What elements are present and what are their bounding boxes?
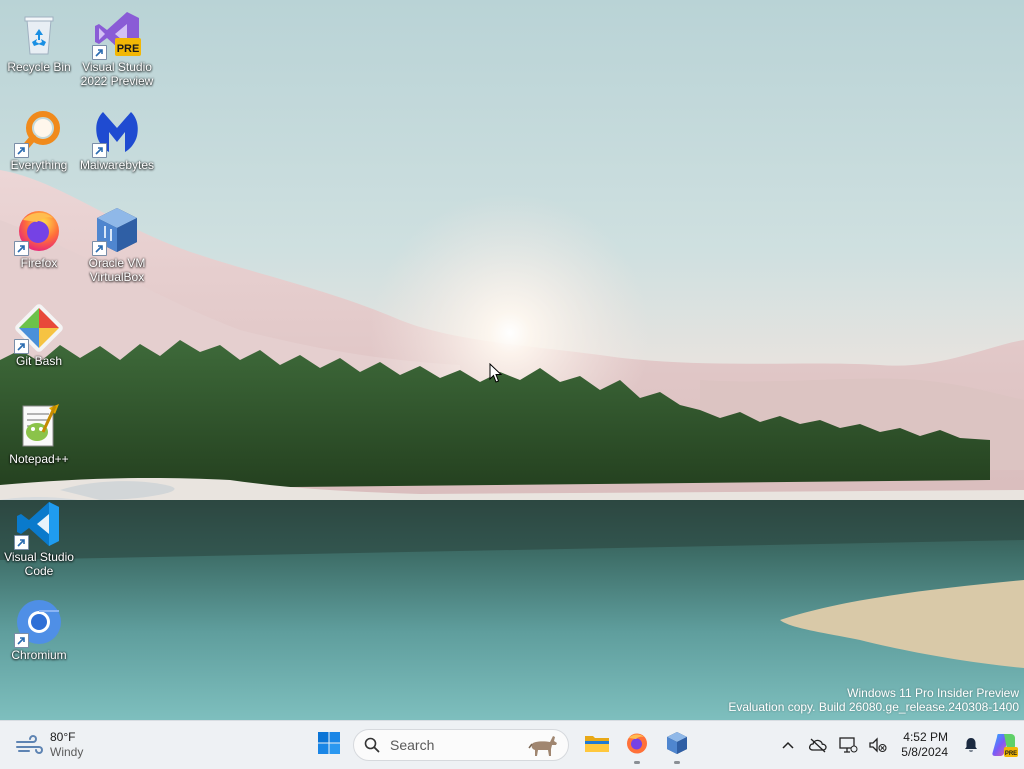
running-indicator	[634, 761, 640, 764]
weather-condition: Windy	[50, 745, 84, 759]
system-tray: 4:52 PM 5/8/2024 PRE	[773, 721, 1024, 769]
desktop-icon-label: Firefox	[20, 256, 58, 270]
vscode-icon	[14, 500, 63, 550]
shortcut-arrow-icon	[92, 45, 107, 60]
shortcut-arrow-icon	[92, 241, 107, 256]
git-bash-icon	[14, 304, 63, 354]
taskbar-clock[interactable]: 4:52 PM 5/8/2024	[901, 730, 948, 760]
everything-search-icon	[14, 108, 63, 158]
onedrive-offline-icon[interactable]	[806, 733, 830, 757]
recycle-bin-icon	[15, 10, 63, 58]
weather-temperature: 80°F	[50, 730, 76, 744]
malwarebytes-icon	[92, 108, 141, 158]
folder-icon	[584, 732, 610, 759]
volume-muted-icon[interactable]	[866, 733, 890, 757]
clock-date: 5/8/2024	[901, 745, 948, 759]
desktop-icon-firefox[interactable]: Firefox	[0, 202, 78, 292]
desktop-icon-label: Git Bash	[15, 354, 63, 368]
clock-time: 4:52 PM	[903, 730, 948, 744]
watermark-line-2: Evaluation copy. Build 26080.ge_release.…	[728, 700, 1019, 714]
shortcut-arrow-icon	[14, 633, 29, 648]
desktop-icon-chromium[interactable]: Chromium	[0, 594, 78, 684]
desktop-icon-virtualbox[interactable]: Oracle VM VirtualBox	[78, 202, 156, 292]
shortcut-arrow-icon	[14, 143, 29, 158]
desktop-icon-malwarebytes[interactable]: Malwarebytes	[78, 104, 156, 194]
visual-studio-preview-icon: PRE	[92, 10, 141, 60]
copilot-icon[interactable]: PRE	[990, 731, 1018, 759]
desktop-icon-visual-studio-preview[interactable]: PRE Visual Studio 2022 Preview	[78, 6, 156, 96]
virtualbox-icon	[92, 206, 141, 256]
firefox-icon	[625, 731, 649, 760]
shortcut-arrow-icon	[14, 339, 29, 354]
shortcut-arrow-icon	[92, 143, 107, 158]
taskbar-center: Search	[309, 721, 697, 769]
taskbar-firefox-button[interactable]	[617, 725, 657, 765]
taskbar-file-explorer-button[interactable]	[577, 725, 617, 765]
taskbar: 80°F Windy Search 4:52 PM 5/8/2024 PRE	[0, 720, 1024, 769]
desktop-icon-label: Chromium	[11, 648, 67, 662]
shortcut-arrow-icon	[14, 241, 29, 256]
svg-text:PRE: PRE	[1005, 751, 1017, 757]
search-placeholder: Search	[390, 737, 435, 753]
start-button[interactable]	[309, 725, 349, 765]
desktop-icon-label: Everything	[10, 158, 68, 172]
firefox-icon	[14, 206, 63, 256]
search-icon	[364, 737, 380, 753]
desktop-icon-label: Recycle Bin	[7, 60, 71, 74]
mouse-cursor-icon	[489, 362, 503, 389]
desktop-icon-label: Oracle VM VirtualBox	[88, 256, 146, 284]
virtualbox-icon	[665, 731, 689, 760]
notepad-plus-plus-icon	[15, 402, 63, 450]
desktop-icon-label: Visual Studio Code	[4, 550, 74, 578]
taskbar-virtualbox-button[interactable]	[657, 725, 697, 765]
desktop-icon-git-bash[interactable]: Git Bash	[0, 300, 78, 390]
desktop-icon-vscode[interactable]: Visual Studio Code	[0, 496, 78, 586]
windy-weather-icon	[14, 730, 44, 760]
desktop-icon-recycle-bin[interactable]: Recycle Bin	[0, 6, 78, 96]
preview-badge: PRE	[117, 43, 140, 55]
taskbar-search-box[interactable]: Search	[353, 729, 569, 761]
evaluation-watermark: Windows 11 Pro Insider Preview Evaluatio…	[728, 686, 1019, 714]
desktop-icon-notepad-plus-plus[interactable]: Notepad++	[0, 398, 78, 488]
bell-icon[interactable]	[959, 733, 983, 757]
weather-widget[interactable]: 80°F Windy	[14, 728, 83, 762]
desktop-icon-label: Malwarebytes	[79, 158, 155, 172]
chromium-icon	[14, 598, 63, 648]
desktop-icon-everything[interactable]: Everything	[0, 104, 78, 194]
chevron-up-icon[interactable]	[776, 733, 800, 757]
network-display-icon[interactable]	[836, 733, 860, 757]
watermark-line-1: Windows 11 Pro Insider Preview	[847, 686, 1019, 700]
shortcut-arrow-icon	[14, 535, 29, 550]
desktop-icon-label: Visual Studio 2022 Preview	[80, 60, 154, 88]
windows-logo-icon	[317, 731, 341, 760]
search-highlight-donkey-icon	[526, 732, 560, 758]
desktop-icon-label: Notepad++	[9, 452, 69, 466]
running-indicator	[674, 761, 680, 764]
